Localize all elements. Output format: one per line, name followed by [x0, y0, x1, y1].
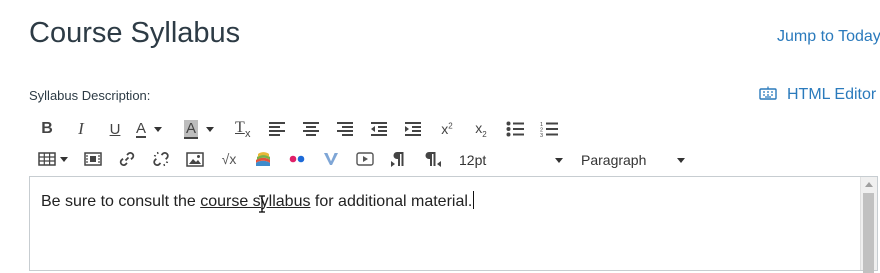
text-caret — [473, 191, 475, 209]
bullet-list-icon — [506, 121, 524, 137]
outdent-button[interactable] — [369, 118, 389, 140]
underline-icon: U — [109, 120, 121, 138]
course-syllabus-link[interactable]: course syllabus — [200, 193, 310, 210]
rtl-button[interactable] — [423, 148, 443, 170]
paragraph-ltr-icon — [391, 152, 404, 167]
align-center-button[interactable] — [301, 118, 321, 140]
unlink-button[interactable] — [151, 148, 171, 170]
outdent-icon — [371, 122, 387, 136]
table-button[interactable] — [38, 148, 70, 170]
books-button[interactable] — [253, 148, 273, 170]
image-icon — [186, 151, 204, 167]
chevron-down-icon — [677, 157, 685, 163]
vimeo-button[interactable] — [321, 148, 341, 170]
background-color-button[interactable]: A — [184, 118, 224, 140]
svg-text:3: 3 — [540, 133, 543, 137]
font-size-value: 12pt — [459, 152, 487, 168]
text-color-button[interactable]: A — [136, 118, 176, 140]
books-icon — [256, 152, 270, 166]
clear-formatting-button[interactable]: T x — [232, 118, 254, 140]
jump-to-today-link[interactable]: Jump to Today — [777, 28, 880, 46]
background-color-icon: A — [184, 119, 199, 139]
syllabus-description-label: Syllabus Description: — [29, 88, 151, 103]
video-button[interactable] — [355, 148, 375, 170]
text-color-icon: A — [136, 119, 147, 138]
flickr-icon — [289, 155, 305, 163]
editor-scrollbar[interactable] — [860, 177, 877, 273]
indent-button[interactable] — [403, 118, 423, 140]
align-right-icon — [337, 122, 353, 136]
media-button[interactable] — [83, 148, 103, 170]
clear-formatting-icon: T x — [235, 119, 251, 140]
image-button[interactable] — [185, 148, 205, 170]
chevron-down-icon — [206, 126, 215, 132]
bold-icon: B — [41, 120, 53, 137]
chevron-down-icon — [154, 126, 163, 132]
mouse-ibeam-cursor-icon — [259, 195, 265, 213]
link-button[interactable] — [117, 148, 137, 170]
scrollbar-thumb[interactable] — [863, 193, 874, 273]
superscript-icon: x2 — [441, 121, 453, 137]
align-left-button[interactable] — [267, 118, 287, 140]
editor-text-before: Be sure to consult the — [41, 193, 201, 210]
keyboard-icon — [759, 86, 777, 105]
bold-button[interactable]: B — [38, 118, 56, 140]
font-size-select[interactable]: 12pt — [459, 150, 563, 170]
block-format-select[interactable]: Paragraph — [581, 150, 685, 170]
chevron-down-icon — [60, 156, 68, 162]
numbered-list-button[interactable]: 123 — [539, 118, 559, 140]
italic-icon: I — [78, 119, 84, 138]
align-left-icon — [269, 122, 285, 136]
align-right-button[interactable] — [335, 118, 355, 140]
v-icon — [324, 152, 338, 165]
scroll-up-arrow-icon[interactable] — [865, 182, 873, 187]
flickr-button[interactable] — [287, 148, 307, 170]
equation-button[interactable]: √x — [217, 148, 241, 170]
video-play-icon — [356, 152, 374, 166]
equation-icon: √x — [221, 151, 237, 167]
page-title: Course Syllabus — [29, 17, 241, 49]
block-format-value: Paragraph — [581, 152, 647, 168]
unlink-icon — [153, 151, 169, 167]
link-icon — [119, 152, 135, 166]
numbered-list-icon: 123 — [540, 122, 558, 137]
indent-icon — [405, 122, 421, 136]
html-editor-link[interactable]: HTML Editor — [759, 85, 876, 105]
table-icon — [38, 152, 56, 166]
media-icon — [84, 152, 102, 166]
superscript-button[interactable]: x2 — [437, 118, 457, 140]
rich-text-editor[interactable]: Be sure to consult the course syllabus f… — [29, 176, 878, 273]
html-editor-label: HTML Editor — [787, 86, 877, 103]
underline-button[interactable]: U — [106, 118, 124, 140]
subscript-button[interactable]: x2 — [471, 118, 491, 140]
editor-text-after: for additional material. — [310, 193, 473, 210]
italic-button[interactable]: I — [72, 118, 90, 140]
subscript-icon: x2 — [475, 119, 487, 139]
align-center-icon — [303, 122, 319, 136]
paragraph-rtl-icon — [425, 152, 441, 167]
bullet-list-button[interactable] — [505, 118, 525, 140]
chevron-down-icon — [555, 157, 563, 163]
ltr-button[interactable] — [389, 148, 409, 170]
